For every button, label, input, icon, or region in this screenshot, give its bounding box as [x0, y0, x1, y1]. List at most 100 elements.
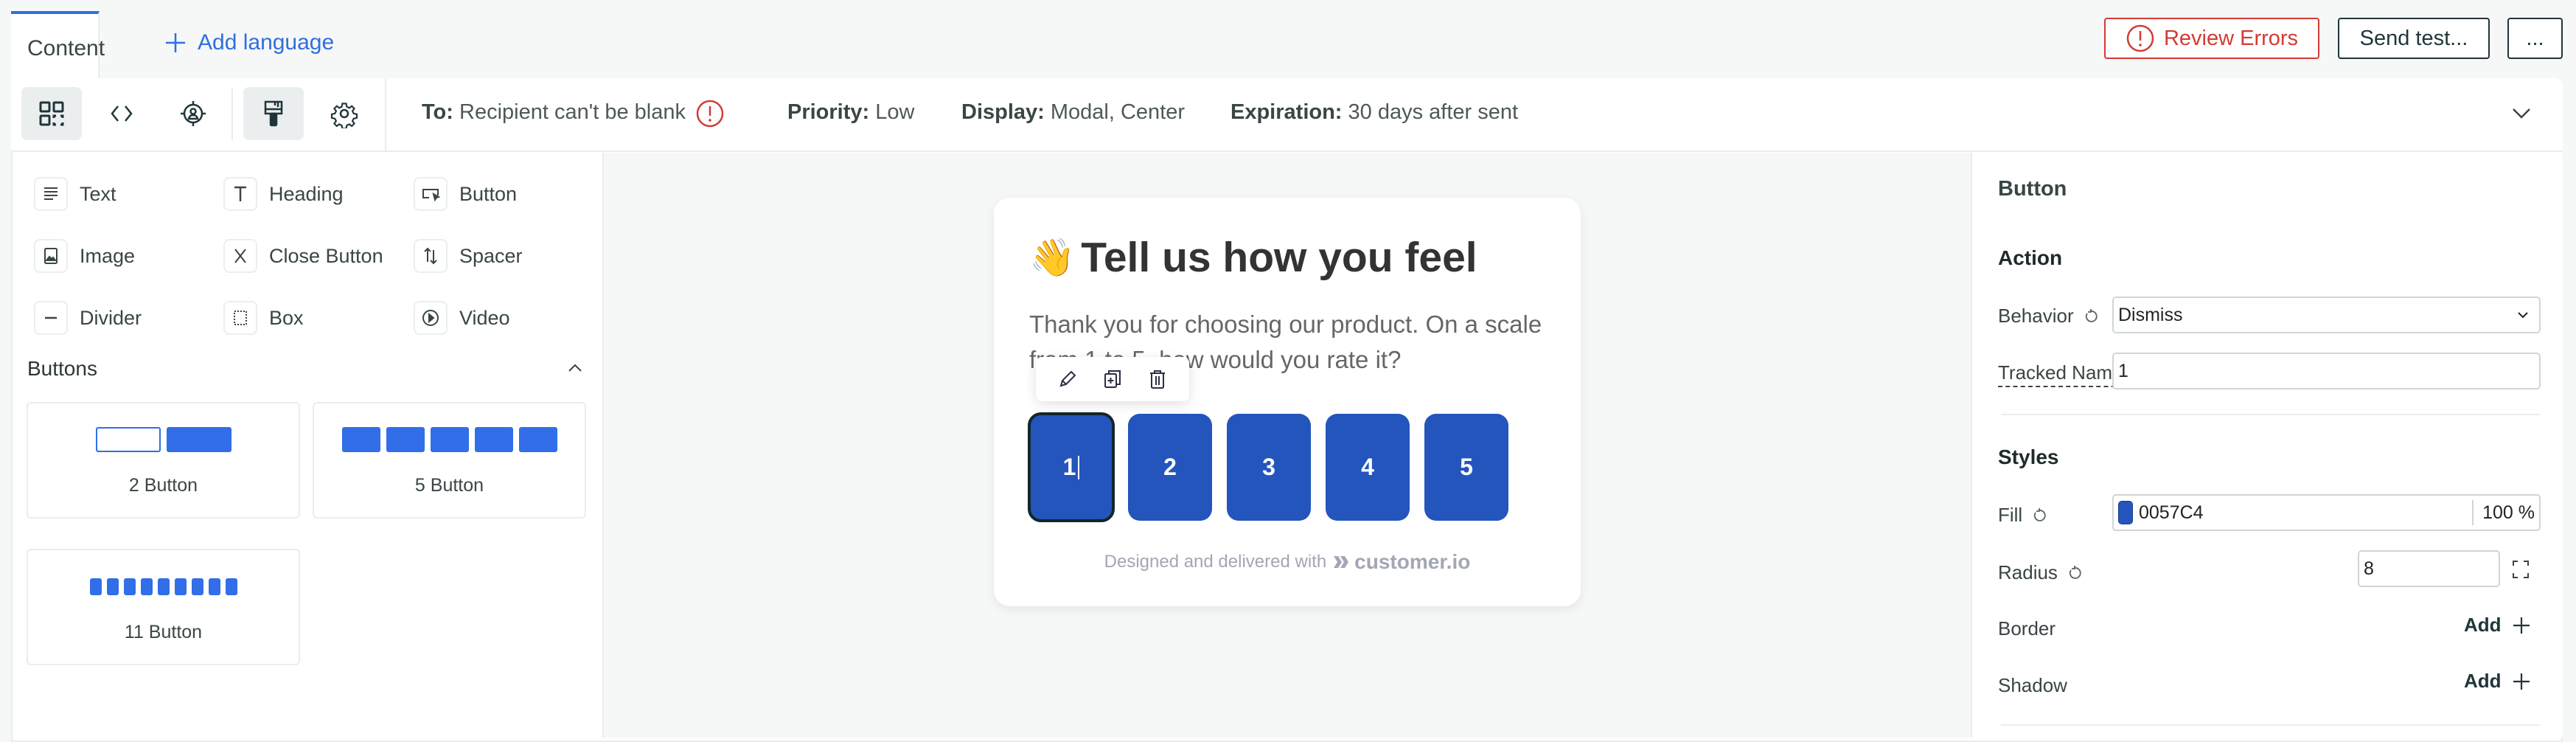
tracked-name-input[interactable]: 1	[2112, 353, 2541, 389]
button-cursor-icon	[422, 189, 441, 202]
behavior-label: Behavior	[1998, 305, 2099, 327]
rating-label: 3	[1262, 454, 1275, 480]
modal-footer: Designed and delivered with customer.io	[994, 550, 1581, 574]
behavior-select[interactable]: Dismiss	[2112, 297, 2541, 333]
preview-button	[430, 427, 469, 452]
tab-content[interactable]: Content	[11, 11, 105, 78]
action-section-title: Action	[1998, 246, 2063, 269]
send-test-button[interactable]: Send test...	[2338, 18, 2490, 59]
priority-meta[interactable]: Priority: Low	[787, 100, 914, 125]
block-label: Box	[269, 306, 304, 329]
review-errors-button[interactable]: Review Errors	[2104, 18, 2319, 59]
rating-button-4[interactable]: 4	[1326, 414, 1410, 521]
block-label: Divider	[80, 306, 142, 329]
chevron-up-icon[interactable]	[566, 361, 584, 373]
fill-label-text: Fill	[1998, 504, 2023, 526]
reset-icon[interactable]	[2067, 565, 2083, 581]
styles-tool-button[interactable]	[243, 87, 304, 140]
gear-icon	[330, 103, 358, 128]
modal-heading[interactable]: 👋 Tell us how you feel	[1029, 233, 1477, 282]
text-caret	[1078, 455, 1080, 479]
more-actions-button[interactable]: ...	[2507, 18, 2563, 59]
fill-color-swatch[interactable]	[2118, 501, 2133, 524]
edit-pencil-icon[interactable]	[1056, 368, 1079, 390]
preset-preview	[28, 578, 299, 595]
tracked-name-value: 1	[2118, 360, 2128, 381]
section-divider	[2001, 724, 2540, 726]
preview-button	[341, 427, 380, 452]
expand-corners-icon[interactable]	[2512, 560, 2530, 579]
duplicate-icon[interactable]	[1101, 368, 1124, 390]
targeting-tool-button[interactable]	[163, 87, 223, 140]
reset-icon[interactable]	[2031, 507, 2047, 524]
block-close-button[interactable]: Close Button	[223, 239, 383, 273]
paintbrush-icon	[264, 100, 283, 127]
preset-preview	[28, 427, 299, 452]
rating-button-3[interactable]: 3	[1227, 414, 1311, 521]
tracked-name-label-text: Tracked Name	[1998, 361, 2123, 387]
code-tool-button[interactable]	[91, 87, 152, 140]
targeting-icon	[181, 101, 206, 126]
preview-button	[474, 427, 513, 452]
preset-5-button[interactable]: 5 Button	[313, 402, 586, 519]
buttons-section-title: Buttons	[27, 357, 97, 380]
block-divider[interactable]: Divider	[34, 301, 142, 335]
block-label: Video	[459, 306, 510, 329]
footer-text: Designed and delivered with	[1104, 552, 1327, 572]
block-label: Heading	[269, 182, 344, 205]
block-button[interactable]: Button	[414, 177, 517, 211]
fill-opacity-value[interactable]: 100 %	[2472, 500, 2535, 525]
priority-value: Low	[875, 100, 915, 124]
display-meta[interactable]: Display: Modal, Center	[961, 100, 1185, 125]
rating-button-5[interactable]: 5	[1424, 414, 1508, 521]
to-label: To:	[422, 100, 453, 124]
code-icon	[111, 105, 133, 122]
rating-button-1[interactable]: 1	[1028, 412, 1115, 522]
add-shadow-button[interactable]: Add	[2464, 670, 2531, 693]
section-divider	[2001, 414, 2540, 415]
block-label: Spacer	[459, 244, 523, 267]
block-box[interactable]: Box	[223, 301, 304, 335]
trash-icon[interactable]	[1146, 368, 1169, 390]
preset-11-button[interactable]: 11 Button	[27, 549, 300, 665]
rating-label: 5	[1460, 454, 1473, 480]
styles-section-title: Styles	[1998, 445, 2059, 468]
rating-button-2[interactable]: 2	[1128, 414, 1212, 521]
preset-preview	[314, 427, 585, 452]
recipient-meta[interactable]: To: Recipient can't be blank	[422, 100, 686, 125]
radius-input[interactable]: 8	[2358, 550, 2500, 587]
modal-heading-text: Tell us how you feel	[1081, 234, 1477, 281]
chevron-down-icon[interactable]	[2510, 105, 2533, 122]
priority-label: Priority:	[787, 100, 870, 124]
block-heading[interactable]: Heading	[223, 177, 344, 211]
preview-outline-button	[95, 427, 161, 452]
preset-2-button[interactable]: 2 Button	[27, 402, 300, 519]
radius-label-text: Radius	[1998, 561, 2058, 583]
add-language-button[interactable]: Add language	[164, 28, 334, 58]
add-border-button[interactable]: Add	[2464, 614, 2531, 637]
chevron-down-icon	[2518, 312, 2528, 319]
preset-label: 11 Button	[124, 622, 203, 642]
preview-button	[174, 578, 187, 595]
radius-value: 8	[2364, 558, 2374, 579]
text-lines-icon	[44, 187, 58, 200]
settings-tool-button[interactable]	[314, 87, 375, 140]
rating-label: 1	[1062, 454, 1076, 480]
rating-label: 4	[1361, 454, 1374, 480]
block-label: Image	[80, 244, 136, 267]
expiration-label: Expiration:	[1230, 100, 1343, 124]
block-text[interactable]: Text	[34, 177, 116, 211]
reset-icon[interactable]	[2083, 308, 2099, 325]
block-spacer[interactable]: Spacer	[414, 239, 523, 273]
fill-color-input[interactable]: 0057C4 100 %	[2112, 494, 2541, 531]
preview-button	[518, 427, 557, 452]
radius-label: Radius	[1998, 561, 2083, 584]
blocks-tool-button[interactable]	[21, 87, 82, 140]
divider-line-icon	[45, 316, 57, 319]
message-modal-preview: 👋 Tell us how you feel Thank you for cho…	[994, 198, 1581, 606]
image-icon	[44, 248, 58, 264]
expiration-meta[interactable]: Expiration: 30 days after sent	[1230, 100, 1518, 125]
block-video[interactable]: Video	[414, 301, 510, 335]
block-image[interactable]: Image	[34, 239, 135, 273]
plus-icon	[2513, 673, 2530, 690]
